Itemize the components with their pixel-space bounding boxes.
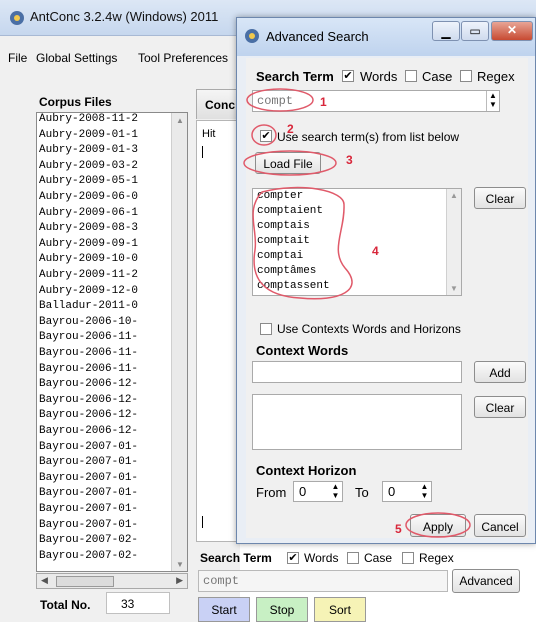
annotation-number-3: 3 — [346, 153, 353, 167]
annotation-number-4: 4 — [372, 244, 379, 258]
annotation-number-2: 2 — [287, 122, 294, 136]
annotation-number-5: 5 — [395, 522, 402, 536]
annotation-number-1: 1 — [320, 95, 327, 109]
annotation-circle-terms — [252, 186, 353, 300]
annotation-overlay — [243, 88, 471, 538]
annotation-circle-apply — [405, 512, 471, 538]
annotation-circle-checkbox — [251, 124, 277, 146]
annotation-circle-search — [246, 88, 314, 112]
annotation-circle-loadfile — [243, 150, 337, 176]
